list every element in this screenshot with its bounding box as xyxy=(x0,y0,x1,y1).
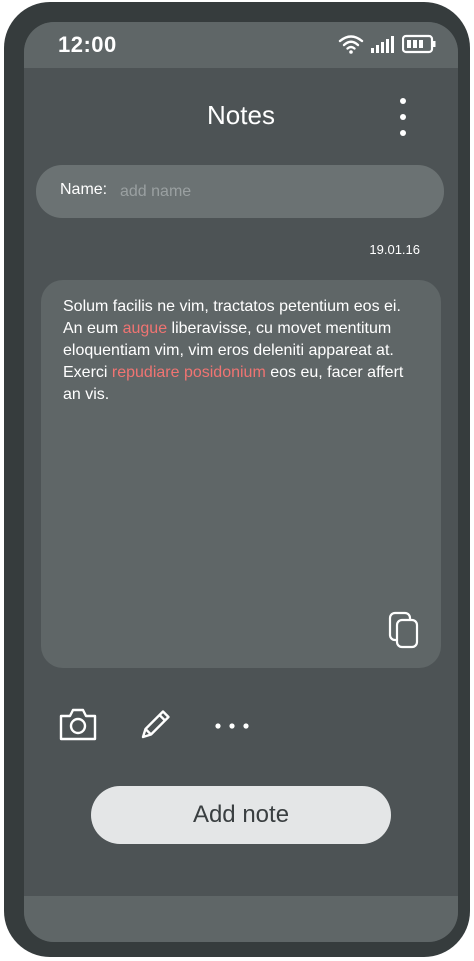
more-horizontal-icon[interactable] xyxy=(210,702,254,746)
bottom-bar xyxy=(24,896,458,942)
camera-icon[interactable] xyxy=(56,702,100,746)
note-toolbar xyxy=(24,702,458,752)
note-card[interactable]: Solum facilis ne vim, tractatos petentiu… xyxy=(41,280,441,668)
more-vertical-icon[interactable] xyxy=(396,98,408,138)
note-highlight: repudiare posidonium xyxy=(111,364,266,381)
battery-icon xyxy=(401,34,436,59)
copy-icon[interactable] xyxy=(387,610,421,650)
status-bar: 12:00 xyxy=(24,22,458,68)
phone-frame: 12:00 Notes Name: add name 19.01.16 Solu… xyxy=(4,2,470,957)
note-highlight: augue xyxy=(122,320,168,337)
signal-icon xyxy=(370,34,396,59)
note-body[interactable]: Solum facilis ne vim, tractatos petentiu… xyxy=(63,296,413,406)
name-label: Name: xyxy=(60,181,108,198)
add-note-button[interactable]: Add note xyxy=(91,786,391,844)
app-screen: 12:00 Notes Name: add name 19.01.16 Solu… xyxy=(24,22,458,942)
note-date: 19.01.16 xyxy=(369,242,420,257)
status-icons xyxy=(338,34,436,59)
page-title: Notes xyxy=(207,100,275,130)
status-time: 12:00 xyxy=(58,32,117,57)
wifi-icon xyxy=(338,34,364,59)
name-field: Name: xyxy=(36,165,444,218)
pencil-icon[interactable] xyxy=(134,702,178,746)
name-input[interactable] xyxy=(118,177,422,207)
